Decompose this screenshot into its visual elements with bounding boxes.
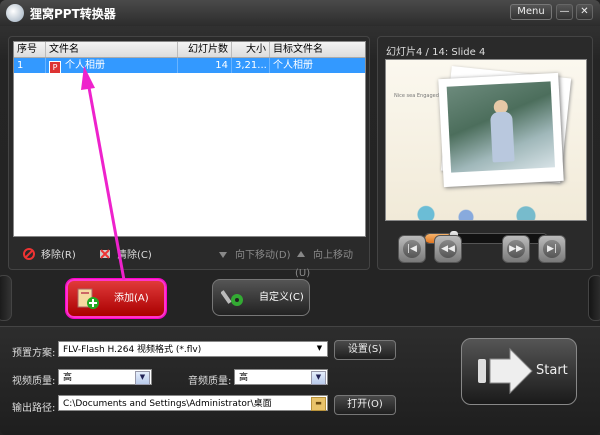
fast-forward-icon: ▶▶ <box>507 240 525 258</box>
skip-forward-icon: ▶| <box>543 240 561 258</box>
video-quality-select[interactable]: 高 ▼ <box>58 369 152 385</box>
last-slide-button[interactable]: ▶| <box>538 235 566 263</box>
video-quality-label: 视频质量: <box>12 376 56 387</box>
column-header-size[interactable]: 大小 <box>232 42 270 57</box>
menu-button[interactable]: Menu <box>510 4 552 20</box>
remove-icon <box>23 248 35 260</box>
slide-photo <box>446 81 556 173</box>
custom-button[interactable]: 自定义(C) <box>212 279 310 316</box>
decorative-flowers <box>386 192 586 220</box>
app-title: 狸窝PPT转换器 <box>30 7 116 21</box>
custom-label: 自定义(C) <box>259 292 304 303</box>
chevron-down-icon: ▼ <box>311 371 326 385</box>
row-index: 1 <box>14 58 46 73</box>
minimize-icon: — <box>559 6 570 17</box>
start-label: Start <box>536 363 568 378</box>
video-quality-value: 高 <box>63 373 73 383</box>
add-label: 添加(A) <box>114 293 149 304</box>
title-bar[interactable]: 狸窝PPT转换器 Menu — ✕ <box>0 0 600 26</box>
remove-label: 移除(R) <box>41 250 76 261</box>
output-path-value: C:\Documents and Settings\Administrator\… <box>63 399 272 409</box>
main-window: 狸窝PPT转换器 Menu — ✕ 序号 文件名 幻灯片数 大小 目标文件名 1… <box>0 0 600 435</box>
first-slide-button[interactable]: |◀ <box>398 235 426 263</box>
setup-button[interactable]: 设置(S) <box>334 340 396 360</box>
preview-panel: 幻灯片4 / 14: Slide 4 Nice sea Engaged to b… <box>377 36 593 270</box>
column-header-slides[interactable]: 幻灯片数 <box>178 42 232 57</box>
open-folder-label: 打开(O) <box>347 399 383 410</box>
move-up-button[interactable]: 向上移动(U) <box>295 247 364 283</box>
output-path-label: 输出路径: <box>12 403 56 414</box>
menu-label: Menu <box>517 6 545 17</box>
add-button[interactable]: 添加(A) <box>66 279 166 318</box>
add-file-icon <box>77 288 99 309</box>
move-down-button[interactable]: 向下移动(D) <box>217 247 291 265</box>
preset-select[interactable]: FLV-Flash H.264 视频格式 (*.flv) ▼ <box>58 341 328 357</box>
remove-button[interactable]: 移除(R) <box>23 247 76 265</box>
file-list-header: 序号 文件名 幻灯片数 大小 目标文件名 <box>14 42 365 58</box>
fast-forward-button[interactable]: ▶▶ <box>502 235 530 263</box>
chevron-down-icon: ▼ <box>316 344 323 352</box>
folder-icon[interactable]: ▬ <box>311 397 326 411</box>
column-header-target[interactable]: 目标文件名 <box>270 42 365 57</box>
right-side-handle <box>588 275 600 321</box>
skip-back-icon: |◀ <box>403 240 421 258</box>
file-list-panel: 序号 文件名 幻灯片数 大小 目标文件名 1 P 个人相册 14 3,21... … <box>8 36 370 279</box>
close-button[interactable]: ✕ <box>576 4 593 20</box>
slide-preview: Nice sea Engaged to be a little Pine <box>385 59 587 221</box>
list-toolbar: 移除(R) 清除(C) 向下移动(D) 向上移动(U) <box>19 247 364 279</box>
audio-quality-label: 音频质量: <box>188 376 232 387</box>
row-slides: 14 <box>178 58 232 73</box>
tools-icon <box>221 290 243 306</box>
preset-label: 预置方案: <box>12 348 56 359</box>
audio-quality-value: 高 <box>239 373 249 383</box>
open-folder-button[interactable]: 打开(O) <box>334 395 396 415</box>
preset-value: FLV-Flash H.264 视频格式 (*.flv) <box>63 345 202 355</box>
row-filename-text: 个人相册 <box>65 60 105 71</box>
audio-quality-select[interactable]: 高 ▼ <box>234 369 328 385</box>
slide-indicator: 幻灯片4 / 14: Slide 4 <box>386 47 486 58</box>
move-down-label: 向下移动(D) <box>235 250 291 261</box>
left-side-handle <box>0 275 12 321</box>
table-row[interactable]: 1 P 个人相册 14 3,21... 个人相册 <box>14 58 365 73</box>
start-arrow-icon <box>478 347 533 395</box>
photo-frame <box>438 72 564 188</box>
app-logo-icon <box>6 4 24 22</box>
output-path-input[interactable]: C:\Documents and Settings\Administrator\… <box>58 395 328 411</box>
file-list[interactable]: 序号 文件名 幻灯片数 大小 目标文件名 1 P 个人相册 14 3,21... … <box>13 41 366 237</box>
row-target: 个人相册 <box>273 60 313 71</box>
setup-label: 设置(S) <box>347 344 383 355</box>
minimize-button[interactable]: — <box>556 4 573 20</box>
ppt-file-icon: P <box>49 61 61 73</box>
row-filename: P 个人相册 <box>46 58 178 73</box>
clear-icon <box>100 249 110 259</box>
move-up-icon <box>297 251 305 257</box>
row-size: 3,21... <box>232 58 270 73</box>
clear-label: 清除(C) <box>117 250 152 261</box>
close-icon: ✕ <box>580 6 589 17</box>
rewind-icon: ◀◀ <box>439 240 457 258</box>
clear-button[interactable]: 清除(C) <box>99 247 152 265</box>
column-header-index[interactable]: 序号 <box>14 42 46 57</box>
chevron-down-icon: ▼ <box>135 371 150 385</box>
player-controls: |◀ ◀◀ ▶▶ ▶| <box>386 225 584 265</box>
column-header-filename[interactable]: 文件名 <box>46 42 178 57</box>
start-button[interactable]: Start <box>461 338 577 405</box>
move-down-icon <box>219 252 227 258</box>
person-figure <box>490 111 515 163</box>
rewind-button[interactable]: ◀◀ <box>434 235 462 263</box>
